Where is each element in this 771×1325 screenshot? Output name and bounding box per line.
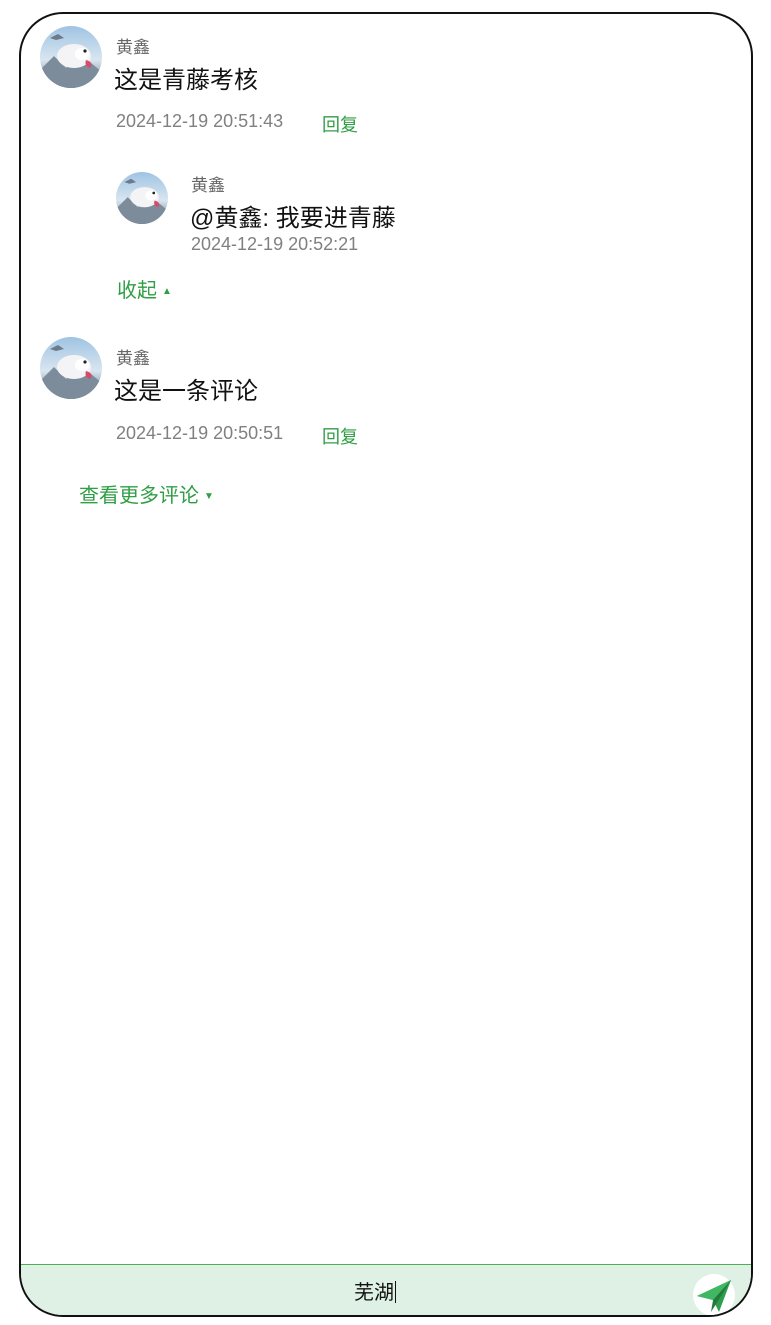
avatar[interactable] (40, 337, 102, 399)
comment-input-bar: 芜湖 (21, 1264, 751, 1315)
reply-button[interactable]: 回复 (322, 423, 358, 449)
comment-item: 黄鑫 这是一条评论 2024-12-19 20:50:51 回复 (21, 14, 751, 474)
more-comments-label: 查看更多评论 (79, 485, 199, 507)
comment-panel: 黄鑫 这是青藤考核 2024-12-19 20:51:43 回复 黄鑫 @黄鑫:… (19, 12, 753, 1317)
comment-content: 这是一条评论 (114, 378, 258, 405)
text-caret (395, 1281, 396, 1303)
send-button[interactable] (693, 1274, 735, 1315)
comment-input[interactable]: 芜湖 (21, 1265, 729, 1315)
more-comments-button[interactable]: 查看更多评论 ▼ (79, 479, 214, 508)
comment-time: 2024-12-19 20:50:51 (116, 423, 284, 443)
comment-username: 黄鑫 (116, 349, 150, 368)
triangle-down-icon: ▼ (204, 491, 214, 502)
paper-plane-icon (697, 1280, 731, 1312)
comment-input-value: 芜湖 (354, 1282, 394, 1304)
